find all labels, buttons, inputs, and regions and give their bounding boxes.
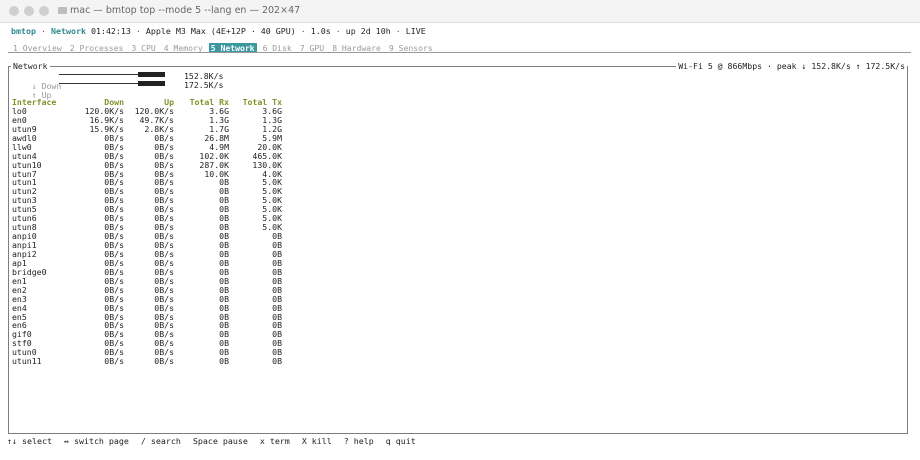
up-value: 172.5K/s <box>184 80 224 90</box>
link-summary: Wi-Fi 5 @ 866Mbps · peak ↓ 152.8K/s ↑ 17… <box>676 61 907 71</box>
window-title: mac — bmtop top --mode 5 --lang en — 202… <box>58 5 300 16</box>
window-titlebar: mac — bmtop top --mode 5 --lang en — 202… <box>0 0 920 23</box>
cell-tx: 0B <box>272 356 282 367</box>
keybind-hint: ↔ switch page <box>63 436 129 446</box>
close-window-icon[interactable] <box>9 6 19 16</box>
panel-title: Network <box>11 61 50 71</box>
minimize-window-icon[interactable] <box>24 6 34 16</box>
uptime: up 2d 10h <box>345 26 391 36</box>
network-panel: Network Wi-Fi 5 @ 866Mbps · peak ↓ 152.8… <box>8 61 908 434</box>
cell-up: 0B/s <box>154 356 174 367</box>
keybind-hint: q quit <box>385 436 416 446</box>
status-sep-1: · <box>35 26 51 36</box>
current-page: Network <box>50 26 86 36</box>
keybind-hint: Space pause <box>192 436 248 446</box>
keybind-hint: ? help <box>343 436 374 446</box>
keybind-hint: x term <box>259 436 290 446</box>
up-bar-fill <box>138 81 165 86</box>
zoom-window-icon[interactable] <box>39 6 49 16</box>
cell-down: 0B/s <box>104 356 124 367</box>
interface-table: Interface Down Up Total Rx Total Tx lo0 1… <box>12 98 282 366</box>
app-name: bmtop <box>11 26 36 36</box>
window-title-text: mac — bmtop top --mode 5 --lang en — 202… <box>70 5 301 16</box>
keybind-footer: ↑↓ select ↔ switch page / search Space paus… <box>7 436 428 446</box>
keybind-hint: / search <box>140 436 181 446</box>
keybind-hint: X kill <box>301 436 332 446</box>
status-sep-5: · <box>390 26 406 36</box>
live-indicator: LIVE <box>405 26 426 36</box>
machine-info: Apple M3 Max (4E+12P · 40 GPU) <box>145 26 296 36</box>
cell-rx: 0B <box>219 356 229 367</box>
status-sep-2: · <box>130 26 146 36</box>
tab-divider <box>8 52 911 53</box>
folder-icon <box>58 7 67 14</box>
down-bar-fill <box>138 72 165 77</box>
clock: 01:42:13 <box>90 26 131 36</box>
table-row[interactable]: utun11 0B/s 0B/s 0B 0B <box>12 357 282 366</box>
up-meter: ↑ Up 172.5K/s <box>12 80 242 100</box>
down-meter: ↓ Down 152.8K/s <box>12 71 242 91</box>
status-line: bmtop · Network 01:42:13 · Apple M3 Max … <box>11 26 426 36</box>
status-sep-3: · <box>295 26 311 36</box>
refresh-interval: 1.0s <box>310 26 331 36</box>
keybind-hint: ↑↓ select <box>7 436 52 446</box>
status-sep-4: · <box>330 26 346 36</box>
